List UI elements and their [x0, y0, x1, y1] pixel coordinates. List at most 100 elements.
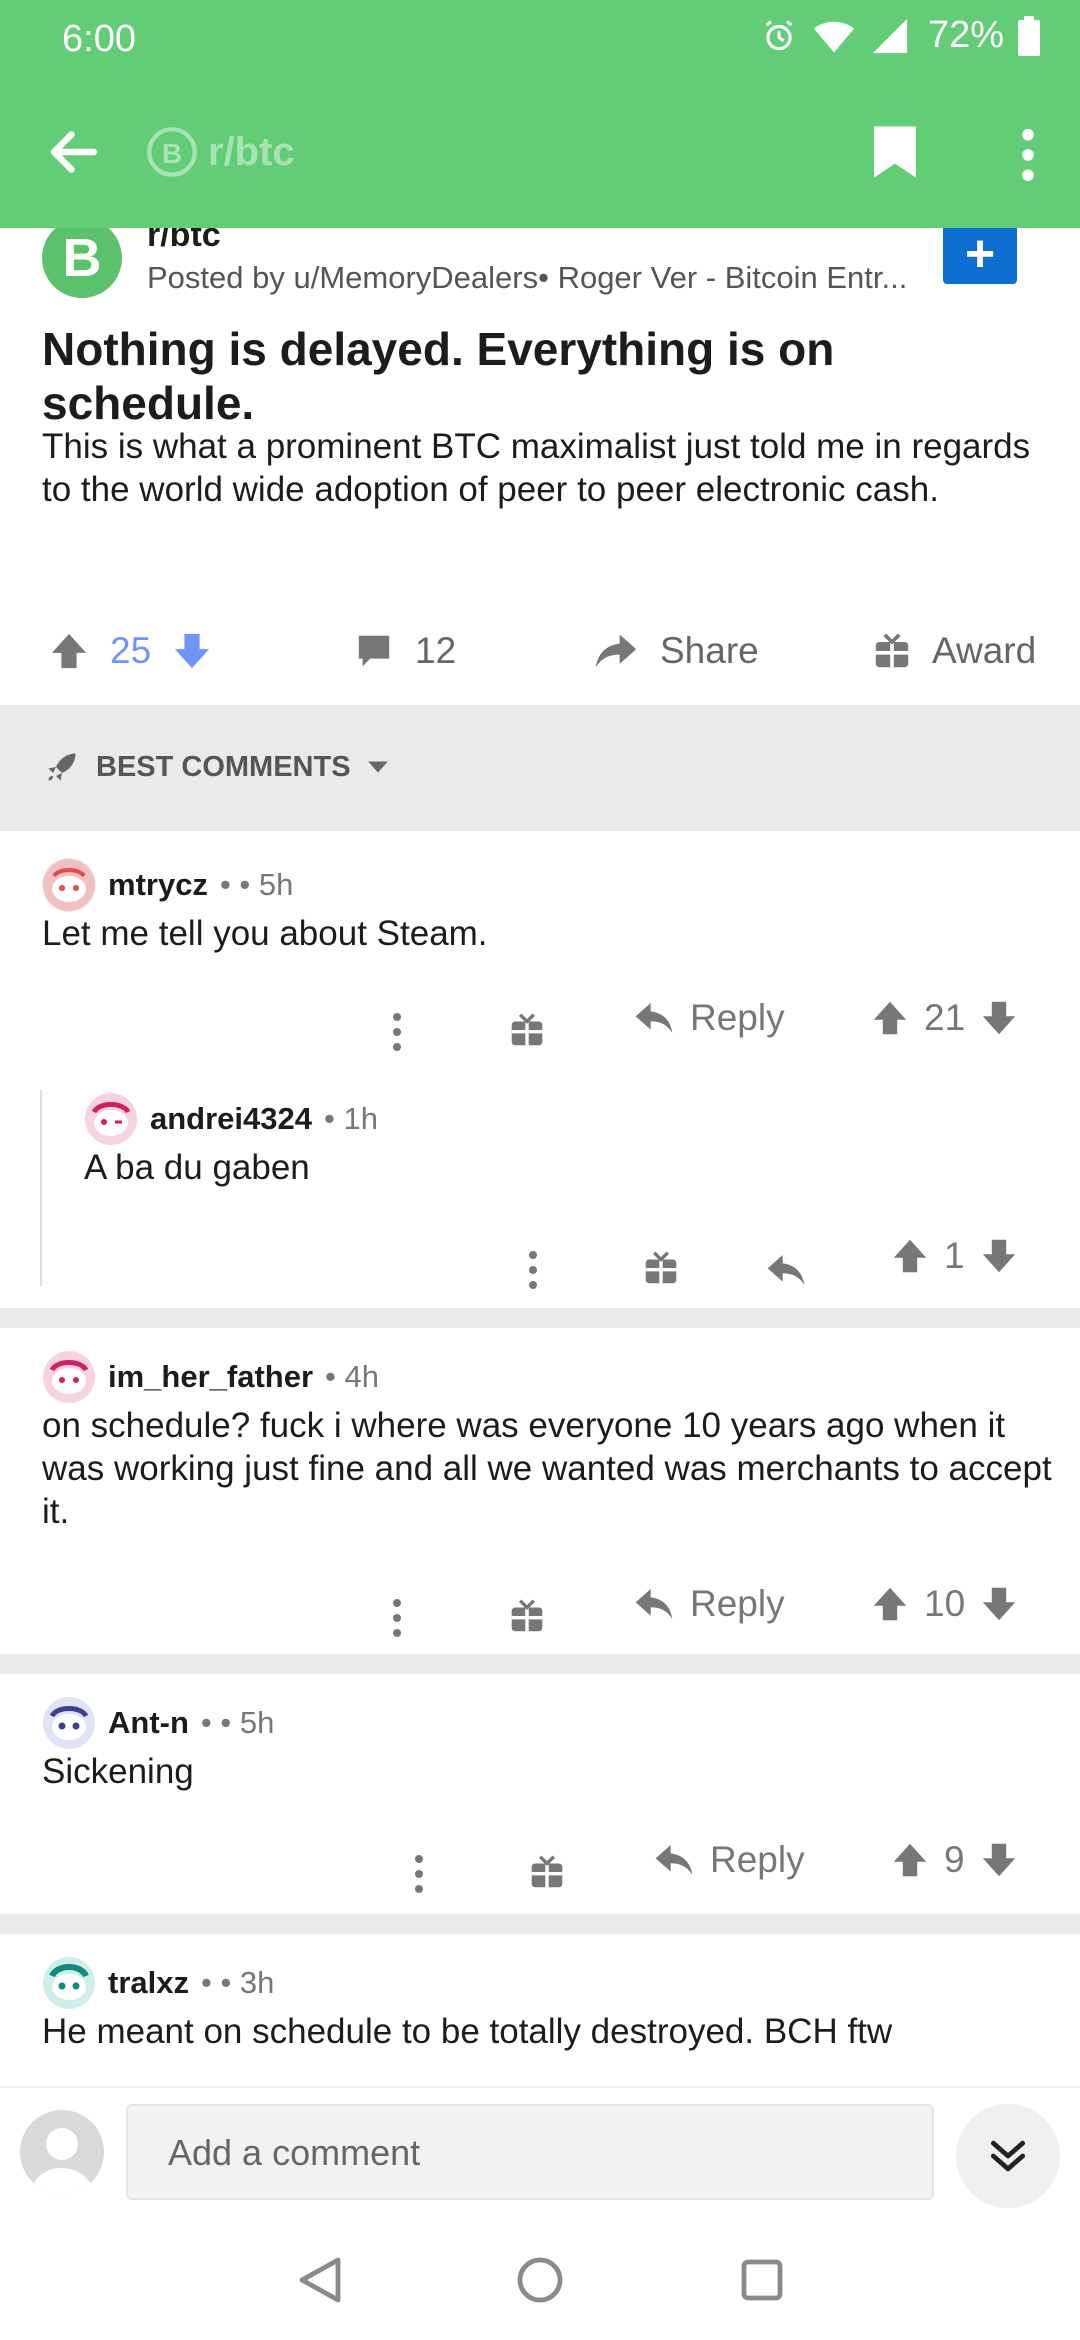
sort-label: BEST COMMENTS — [96, 750, 351, 783]
downvote-icon[interactable] — [981, 999, 1017, 1037]
upvote-icon[interactable] — [872, 1585, 908, 1623]
rocket-icon — [48, 753, 76, 781]
comment-vote: 9 — [892, 1830, 1017, 1890]
user-avatar[interactable] — [42, 1350, 96, 1404]
comment-divider — [0, 1308, 1080, 1328]
alarm-icon — [765, 19, 793, 50]
post-vote: 25 — [50, 630, 211, 672]
status-icons: 72% — [760, 14, 1040, 57]
downvote-icon[interactable] — [981, 1237, 1017, 1275]
more-options-icon[interactable] — [392, 1588, 402, 1648]
comment: andrei4324 • 1h A ba du gaben 1 — [0, 1092, 1080, 1292]
more-options-icon[interactable] — [1020, 128, 1036, 182]
user-silhouette-icon — [32, 2128, 92, 2194]
signal-icon — [872, 18, 908, 53]
comment-score: 10 — [924, 1583, 966, 1624]
reply-button[interactable]: Reply — [654, 1830, 805, 1890]
downvote-icon[interactable] — [981, 1841, 1017, 1879]
status-bar: 6:00 72% — [0, 0, 1080, 80]
comment-meta: • • 5h — [200, 1705, 275, 1740]
reply-button[interactable]: Reply — [634, 1574, 785, 1634]
share-button[interactable]: Share — [594, 630, 759, 672]
award-label: Award — [932, 630, 1037, 671]
nav-recents-icon[interactable] — [740, 2256, 784, 2304]
comment-text: He meant on schedule to be totally destr… — [42, 2012, 893, 2051]
comment-actions: Reply 21 — [0, 988, 1080, 1051]
comment: mtrycz • • 5h Let me tell you about Stea… — [0, 858, 1080, 1068]
snoo-avatar-icon — [43, 1697, 95, 1749]
wifi-icon — [813, 21, 855, 52]
reply-icon — [635, 1003, 673, 1033]
user-avatar[interactable] — [42, 1956, 96, 2010]
downvote-icon[interactable] — [173, 631, 211, 671]
comment-username[interactable]: tralxz — [108, 1965, 189, 2001]
add-comment-input[interactable]: Add a comment — [126, 2104, 934, 2200]
award-button[interactable]: Award — [874, 630, 1036, 672]
appbar-subreddit-label: r/btc — [208, 129, 295, 174]
comment: tralxz • • 3h He meant on schedule to be… — [0, 1956, 1080, 2076]
post-title: Nothing is delayed. Everything is on sch… — [42, 323, 835, 429]
snoo-avatar-icon — [85, 1093, 137, 1145]
comment-actions: Reply 10 — [0, 1574, 1080, 1637]
comment-header: mtrycz • • 5h — [42, 858, 293, 912]
comment-actions: 1 — [0, 1226, 1080, 1289]
nav-back-icon[interactable] — [298, 2256, 342, 2304]
comments-button[interactable]: 12 — [355, 630, 456, 672]
upvote-icon[interactable] — [50, 631, 88, 671]
jump-down-button[interactable] — [956, 2104, 1060, 2208]
subreddit-icon: B — [147, 127, 197, 177]
nav-home-icon[interactable] — [516, 2256, 564, 2304]
appbar-subreddit[interactable]: B r/btc — [146, 126, 295, 178]
comment-header: andrei4324 • 1h — [84, 1092, 378, 1146]
reply-label: Reply — [710, 1839, 805, 1880]
reply-button[interactable]: Reply — [634, 988, 785, 1048]
comment-divider — [0, 1914, 1080, 1934]
upvote-icon[interactable] — [872, 999, 908, 1037]
comment-text: A ba du gaben — [84, 1148, 310, 1187]
reply-label: Reply — [690, 1583, 785, 1624]
comment-username[interactable]: mtrycz — [108, 867, 208, 903]
gift-icon[interactable] — [510, 1586, 544, 1646]
back-arrow-icon[interactable] — [44, 122, 104, 182]
join-button[interactable]: + — [943, 224, 1017, 284]
user-avatar[interactable] — [84, 1092, 138, 1146]
bookmark-icon[interactable] — [870, 124, 920, 180]
comment-actions: Reply 9 — [0, 1830, 1080, 1893]
comment-username[interactable]: andrei4324 — [150, 1101, 312, 1137]
comment: Ant-n • • 5h Sickening Reply 9 — [0, 1696, 1080, 1906]
my-avatar — [20, 2110, 104, 2194]
status-time: 6:00 — [62, 18, 136, 60]
more-options-icon[interactable] — [414, 1844, 424, 1904]
more-options-icon[interactable] — [392, 1002, 402, 1062]
downvote-icon[interactable] — [981, 1585, 1017, 1623]
gift-icon[interactable] — [530, 1842, 564, 1902]
more-options-icon[interactable] — [528, 1240, 538, 1300]
post-body: This is what a prominent BTC maximalist … — [42, 427, 1031, 509]
battery-icon — [1018, 15, 1040, 56]
comment-meta: • • 3h — [200, 1965, 275, 2000]
post-author-line[interactable]: Posted by u/MemoryDealers• Roger Ver - B… — [147, 260, 937, 296]
bitcoin-icon: B — [62, 228, 102, 288]
user-avatar[interactable] — [42, 1696, 96, 1750]
comment-vote: 1 — [892, 1226, 1017, 1286]
comment-username[interactable]: Ant-n — [108, 1705, 189, 1741]
battery-percent: 72% — [927, 14, 1004, 56]
svg-text:B: B — [162, 138, 182, 169]
subreddit-avatar[interactable]: B — [42, 218, 122, 298]
upvote-icon[interactable] — [892, 1841, 928, 1879]
comment-username[interactable]: im_her_father — [108, 1359, 313, 1395]
reply-icon — [635, 1589, 673, 1619]
user-avatar[interactable] — [42, 858, 96, 912]
comment-sort-bar[interactable]: BEST COMMENTS — [0, 705, 1080, 831]
post-score: 25 — [110, 630, 152, 671]
snoo-avatar-icon — [43, 1957, 95, 2009]
reply-icon[interactable] — [766, 1240, 806, 1300]
sort-selector[interactable]: BEST COMMENTS — [44, 749, 389, 785]
system-nav-bar — [0, 2222, 1080, 2340]
comment-meta: • • 5h — [219, 867, 294, 902]
comment-icon — [358, 635, 390, 667]
upvote-icon[interactable] — [892, 1237, 928, 1275]
gift-icon[interactable] — [644, 1238, 678, 1298]
comment-vote: 21 — [872, 988, 1017, 1048]
gift-icon[interactable] — [510, 1000, 544, 1060]
